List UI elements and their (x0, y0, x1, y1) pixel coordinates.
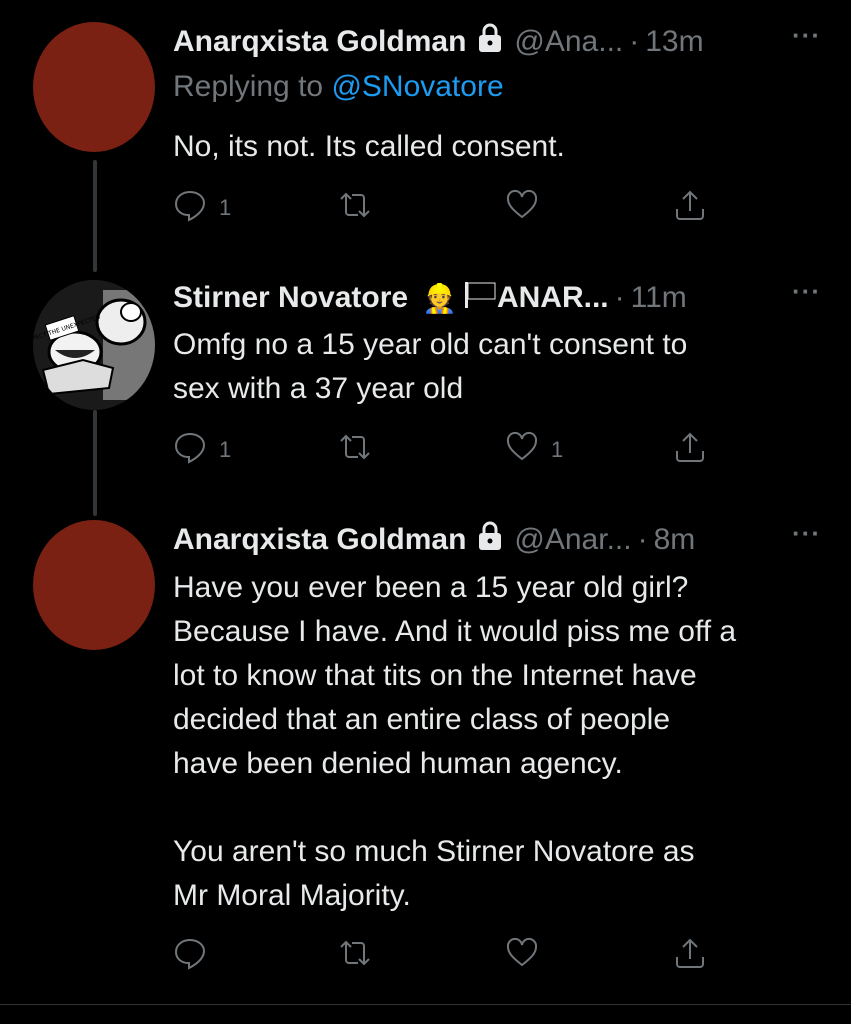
tweet-actions: 1 1 (173, 430, 713, 470)
black-flag-icon (463, 280, 497, 316)
reply-count: 1 (219, 195, 232, 220)
retweet-button[interactable] (338, 188, 384, 228)
display-name-suffix[interactable]: ANAR... (497, 281, 609, 315)
heart-icon (505, 936, 539, 976)
separator-dot: · (614, 281, 625, 314)
replying-to: Replying to @SNovatore (173, 70, 504, 104)
display-name[interactable]: Stirner Novatore (173, 281, 408, 315)
share-icon (673, 430, 707, 470)
like-button[interactable] (505, 188, 551, 228)
thread-line (93, 160, 97, 272)
mention-link[interactable]: @SNovatore (331, 70, 503, 103)
heart-icon (505, 188, 539, 228)
retweet-button[interactable] (338, 936, 384, 976)
separator-dot: · (637, 523, 648, 556)
reply-button[interactable]: 1 (173, 430, 231, 470)
handle[interactable]: @Ana... (514, 25, 623, 59)
tweet-actions: 1 (173, 188, 713, 228)
lock-icon (476, 23, 504, 61)
share-button[interactable] (673, 430, 707, 470)
tweet-text: Have you ever been a 15 year old girl? B… (173, 571, 737, 912)
tweet-text: Omfg no a 15 year old can't consent to s… (173, 328, 688, 405)
tweet-header: Stirner Novatore 👷 ANAR... · 11m ··· (173, 276, 821, 320)
like-button[interactable]: 1 (505, 430, 563, 470)
tweet-text: No, its not. Its called consent. (173, 130, 565, 163)
display-name[interactable]: Anarqxista Goldman (173, 25, 466, 59)
heart-icon (505, 430, 539, 470)
construction-worker-emoji: 👷 (422, 282, 457, 314)
handle[interactable]: @Anar... (514, 523, 631, 557)
retweet-icon (338, 188, 372, 228)
tweet-header: Anarqxista Goldman @Ana... · 13m ··· (173, 20, 821, 64)
tweet-actions (173, 936, 713, 976)
divider (0, 1004, 851, 1005)
more-options-icon[interactable]: ··· (792, 518, 821, 549)
more-options-icon[interactable]: ··· (792, 276, 821, 307)
like-button[interactable] (505, 936, 551, 976)
like-count: 1 (551, 437, 564, 462)
retweet-icon (338, 936, 372, 976)
timestamp[interactable]: 11m (631, 281, 687, 315)
thread-line (93, 410, 97, 516)
avatar[interactable] (33, 22, 155, 152)
replying-to-label: Replying to (173, 70, 332, 103)
avatar-illustration: EXPECT THE UNEXPECTED (33, 280, 155, 410)
reply-icon (173, 188, 207, 228)
reply-icon (173, 430, 207, 470)
reply-count: 1 (219, 437, 232, 462)
reply-button[interactable]: 1 (173, 188, 231, 228)
tweet-header: Anarqxista Goldman @Anar... · 8m ··· (173, 518, 821, 562)
reply-button[interactable] (173, 936, 219, 976)
more-options-icon[interactable]: ··· (792, 20, 821, 51)
timestamp[interactable]: 13m (645, 25, 703, 59)
share-button[interactable] (673, 936, 707, 976)
timestamp[interactable]: 8m (654, 523, 696, 557)
separator-dot: · (629, 25, 640, 58)
display-name[interactable]: Anarqxista Goldman (173, 523, 466, 557)
share-icon (673, 936, 707, 976)
avatar[interactable]: EXPECT THE UNEXPECTED (33, 280, 155, 410)
reply-icon (173, 936, 207, 976)
retweet-icon (338, 430, 372, 470)
lock-icon (476, 521, 504, 559)
share-icon (673, 188, 707, 228)
avatar[interactable] (33, 520, 155, 650)
retweet-button[interactable] (338, 430, 384, 470)
share-button[interactable] (673, 188, 707, 228)
